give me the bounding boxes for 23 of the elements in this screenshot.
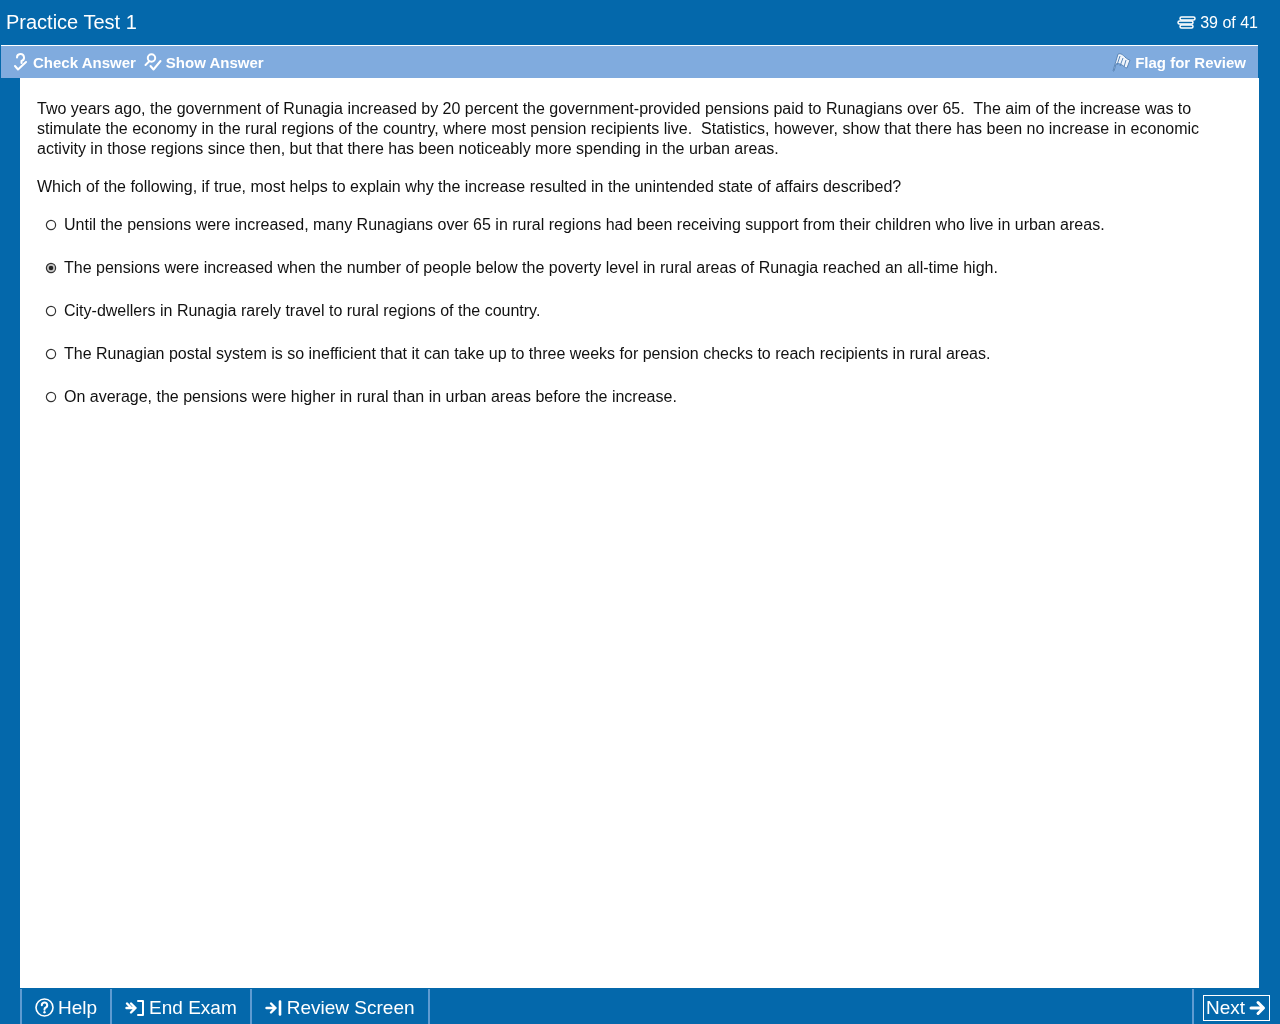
answer-option-text[interactable]: On average, the pensions were higher in rural than in urban areas before the increase. <box>64 387 677 407</box>
magnifier-check-icon <box>143 53 162 71</box>
arrow-to-bar-icon <box>264 998 283 1017</box>
answer-option-text[interactable]: Until the pensions were increased, many Runagians over 65 in rural regions had been receiving support from their children who live in urban areas. <box>64 215 1105 235</box>
flag-icon <box>1111 52 1132 72</box>
question-stem: Which of the following, if true, most helps to explain why the increase resulted in the unintended state of affairs described? <box>37 177 903 197</box>
radio-button[interactable] <box>45 262 57 274</box>
question-counter: 39 of 41 <box>1200 13 1258 32</box>
stack-icon <box>1177 16 1197 29</box>
answer-option-text[interactable]: City-dwellers in Runagia rarely travel to rural regions of the country. <box>64 301 541 321</box>
window-title: Practice Test 1 <box>6 11 137 34</box>
radio-button[interactable] <box>45 391 57 403</box>
question-passage: Two years ago, the government of Runagia increased by 20 percent the government-provided pensions paid to Runagians over 65. The aim of the increase was to stimulate the economy in the rural regions of the country, where most pension recipients live. Statistics, however, show that there has been no increase in economic activity in those regions since then, but that there has been noticeably more spending in the urban areas. <box>37 99 1201 159</box>
review-screen-button[interactable]: Review Screen <box>249 989 430 1024</box>
question-check-icon <box>13 53 29 71</box>
help-icon <box>35 998 54 1017</box>
arrow-right-icon <box>1249 998 1267 1017</box>
answer-option-text[interactable]: The Runagian postal system is so inefficient that it can take up to three weeks for pension checks to reach recipients in rural areas. <box>64 344 991 364</box>
radio-button[interactable] <box>45 305 57 317</box>
radio-button[interactable] <box>45 219 57 231</box>
answer-option-text[interactable]: The pensions were increased when the number of people below the poverty level in rural areas of Runagia reached an all-time high. <box>64 258 998 278</box>
radio-button[interactable] <box>45 348 57 360</box>
exit-arrow-icon <box>125 998 146 1017</box>
